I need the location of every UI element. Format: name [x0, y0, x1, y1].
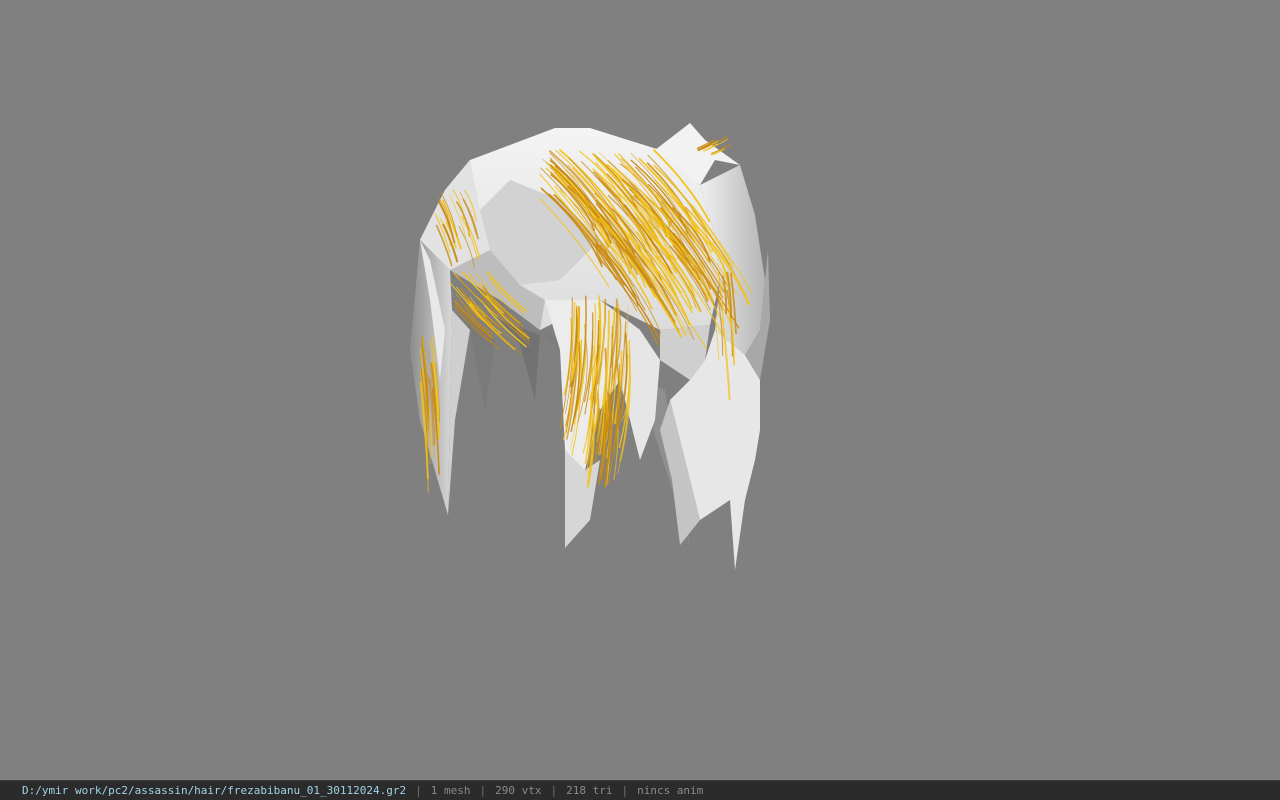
3d-viewport[interactable]: [0, 0, 1280, 780]
file-path: D:/ymir work/pc2/assassin/hair/frezabiba…: [22, 784, 407, 797]
mesh-count: 1 mesh: [430, 784, 471, 797]
separator: |: [621, 784, 629, 797]
hair-model-render[interactable]: [0, 0, 1280, 780]
triangle-count: 218 tri: [566, 784, 613, 797]
separator: |: [550, 784, 558, 797]
animation-status: nincs anim: [637, 784, 704, 797]
status-bar: D:/ymir work/pc2/assassin/hair/frezabiba…: [0, 780, 1280, 800]
vertex-count: 290 vtx: [495, 784, 542, 797]
separator: |: [415, 784, 422, 797]
separator: |: [479, 784, 487, 797]
